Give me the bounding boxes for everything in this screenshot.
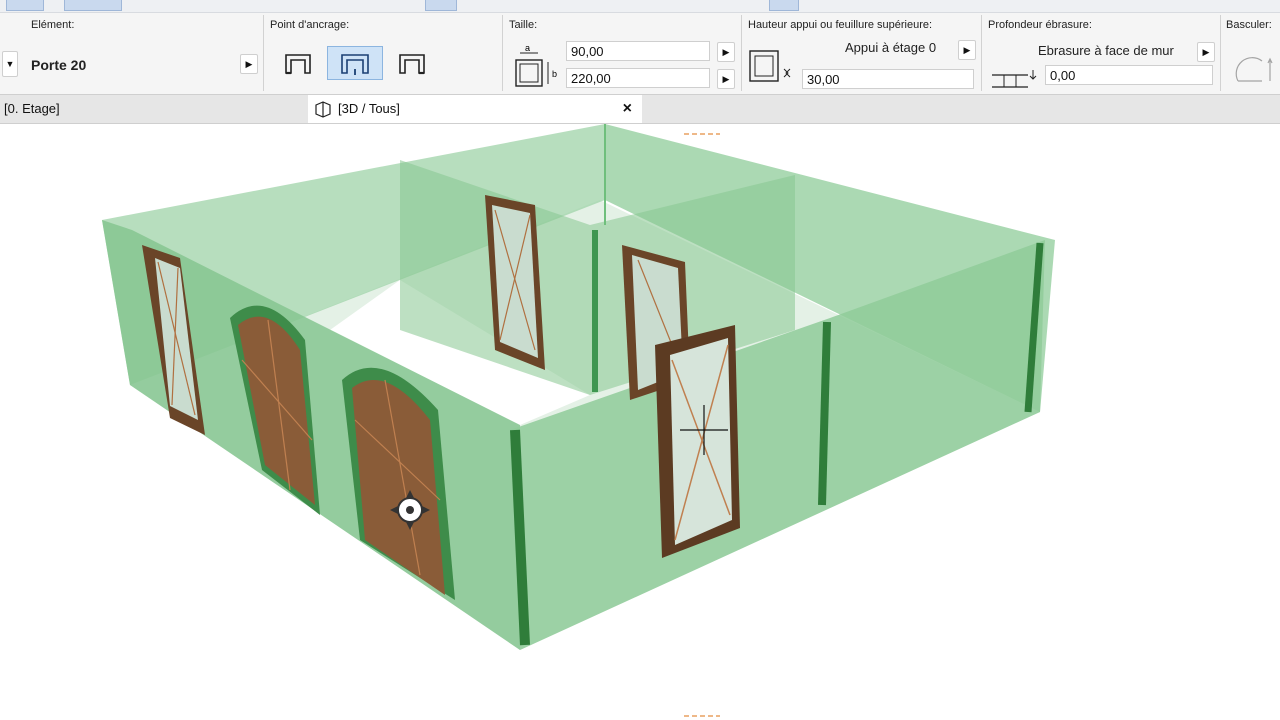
anchor-left-icon[interactable]: [278, 46, 320, 80]
view-tab-bar: [0. Etage] [3D / Tous] ×: [0, 95, 1280, 124]
top-toolbar: [0, 0, 1280, 13]
element-label: Elément:: [31, 19, 75, 31]
door-front-tall[interactable]: [655, 325, 740, 558]
wall-edge: [818, 321, 831, 506]
toolbar-button[interactable]: [769, 0, 799, 11]
divider: [263, 15, 264, 91]
flip-icon[interactable]: [1232, 51, 1276, 87]
reveal-field[interactable]: 0,00: [1045, 65, 1213, 85]
divider: [741, 15, 742, 91]
3d-viewport[interactable]: [0, 124, 1280, 720]
size-label: Taille:: [509, 19, 538, 31]
size-icon: a b: [510, 40, 562, 92]
chevron-right-icon[interactable]: ▶: [717, 69, 735, 89]
toolbar-button[interactable]: [64, 0, 122, 11]
chevron-right-icon[interactable]: ▶: [958, 40, 976, 60]
tab-3d-view[interactable]: [3D / Tous] ×: [308, 95, 642, 123]
divider: [981, 15, 982, 91]
tab-3d-view-label: [3D / Tous]: [338, 101, 400, 116]
toolbar-button[interactable]: [6, 0, 44, 11]
size-b-field[interactable]: 220,00: [566, 68, 710, 88]
toolbar-button[interactable]: [425, 0, 457, 11]
sill-mode[interactable]: Appui à étage 0: [845, 40, 936, 55]
close-icon[interactable]: ×: [623, 95, 632, 123]
element-value: Porte 20: [31, 57, 87, 73]
sill-label: Hauteur appui ou feuillure supérieure:: [748, 19, 933, 31]
reveal-mode[interactable]: Ebrasure à face de mur: [1038, 43, 1174, 58]
tab-floor-plan-label: [0. Etage]: [4, 101, 60, 116]
tab-floor-plan[interactable]: [0. Etage]: [0, 95, 300, 123]
anchor-right-icon[interactable]: [390, 46, 432, 80]
svg-text:b: b: [552, 69, 557, 79]
svg-text:a: a: [525, 43, 530, 53]
sill-field[interactable]: 30,00: [802, 69, 974, 89]
chevron-right-icon[interactable]: ▶: [1197, 42, 1215, 62]
size-a-field[interactable]: 90,00: [566, 41, 710, 61]
divider: [502, 15, 503, 91]
sill-icon: [746, 47, 794, 87]
reveal-label: Profondeur ébrasure:: [988, 19, 1092, 31]
info-box: ▼ Elément: Porte 20 ▶ Point d'ancrage: T…: [0, 13, 1280, 95]
flip-label: Basculer:: [1226, 19, 1272, 31]
chevron-right-icon[interactable]: ▶: [240, 54, 258, 74]
3d-model-canvas: [102, 124, 1055, 717]
anchor-label: Point d'ancrage:: [270, 19, 350, 31]
anchor-center-icon[interactable]: [327, 46, 383, 80]
chevron-right-icon[interactable]: ▶: [717, 42, 735, 62]
reveal-icon: [990, 67, 1040, 93]
dropdown-arrow-icon[interactable]: ▼: [2, 51, 18, 77]
divider: [1220, 15, 1221, 91]
3d-view-icon: [314, 100, 332, 118]
